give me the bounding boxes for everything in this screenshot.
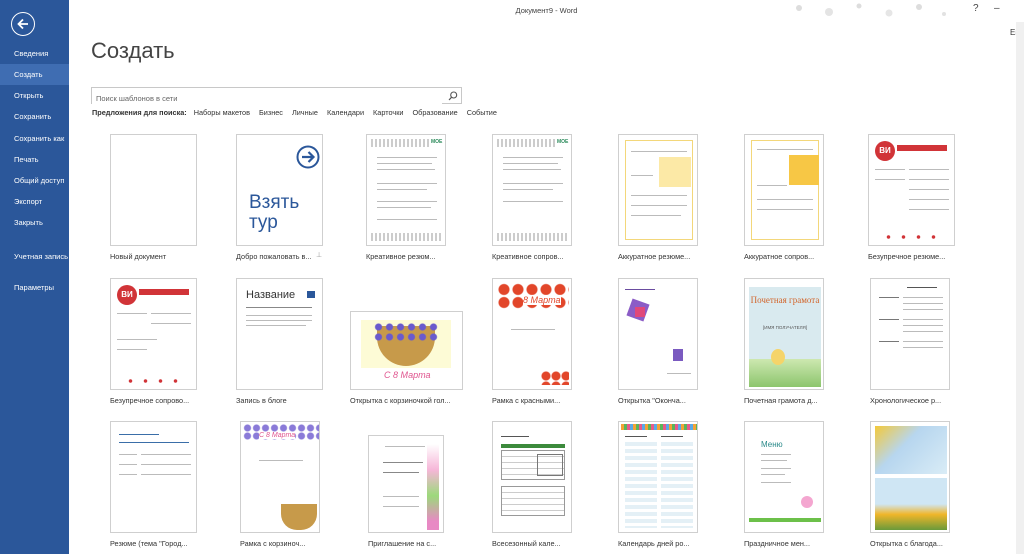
- pin-icon[interactable]: ⊥: [316, 251, 322, 259]
- nav-print[interactable]: Печать: [0, 149, 69, 170]
- template-caption[interactable]: Безупречное резюме...: [868, 252, 945, 261]
- template-caption[interactable]: Всесезонный кале...: [492, 539, 561, 548]
- template-thumb-flawless-resume[interactable]: ВИ: [868, 134, 955, 246]
- title-bar: Документ9 - Word ? –: [69, 0, 1024, 22]
- suggestion-link[interactable]: Бизнес: [259, 108, 283, 117]
- template-caption[interactable]: Креативное резюм...: [366, 252, 436, 261]
- template-thumb-neat-cover[interactable]: [744, 134, 824, 246]
- back-arrow-icon[interactable]: [11, 12, 35, 36]
- template-caption[interactable]: Новый документ: [110, 252, 166, 261]
- template-thumb-thank-you-card[interactable]: [870, 421, 950, 533]
- template-thumb-blog[interactable]: Название: [236, 278, 323, 390]
- search-icon[interactable]: [448, 91, 458, 101]
- template-caption[interactable]: Почетная грамота д...: [744, 396, 818, 405]
- template-caption[interactable]: Аккуратное резюме...: [618, 252, 690, 261]
- template-caption[interactable]: Открытка "Оконча...: [618, 396, 686, 405]
- nav-open[interactable]: Открыть: [0, 85, 69, 106]
- doodle-decoration-icon: [796, 3, 946, 17]
- template-thumb-basket-card[interactable]: С 8 Марта: [350, 311, 463, 390]
- suggestions-label: Предложения для поиска:: [92, 108, 187, 117]
- nav-share[interactable]: Общий доступ: [0, 170, 69, 191]
- template-thumb-holiday-menu[interactable]: Меню: [744, 421, 824, 533]
- template-thumb-diploma[interactable]: Почетная грамота [ИМЯ ПОЛУЧАТЕЛЯ]: [744, 278, 824, 390]
- nav-info[interactable]: Сведения: [0, 43, 69, 64]
- blog-icon: [307, 291, 315, 298]
- template-thumb-graduation-card[interactable]: [618, 278, 698, 390]
- template-caption[interactable]: Праздничное мен...: [744, 539, 810, 548]
- nav-account[interactable]: Учетная запись: [0, 248, 69, 278]
- template-thumb-basket-frame[interactable]: С 8 Марта: [240, 421, 320, 533]
- minimize-icon[interactable]: –: [994, 3, 1000, 14]
- template-thumb-invitation[interactable]: [368, 435, 444, 533]
- arrow-right-circle-icon: [296, 145, 320, 169]
- template-caption[interactable]: Календарь дней ро...: [618, 539, 690, 548]
- nav-export[interactable]: Экспорт: [0, 191, 69, 212]
- template-caption[interactable]: Приглашение на с...: [368, 539, 436, 548]
- nav-save[interactable]: Сохранить: [0, 106, 69, 127]
- suggestion-link[interactable]: Личные: [292, 108, 318, 117]
- template-caption[interactable]: Рамка с корзиноч...: [240, 539, 305, 548]
- template-caption[interactable]: Хронологическое р...: [870, 396, 941, 405]
- suggestion-link[interactable]: Наборы макетов: [194, 108, 250, 117]
- search-input[interactable]: [92, 91, 442, 106]
- template-thumb-neat-resume[interactable]: [618, 134, 698, 246]
- nav-close[interactable]: Закрыть: [0, 212, 69, 233]
- template-caption[interactable]: Безупречное сопрово...: [110, 396, 189, 405]
- template-thumb-flawless-cover[interactable]: ВИ: [110, 278, 197, 390]
- backstage-sidebar: Сведения Создать Открыть Сохранить Сохра…: [0, 0, 69, 554]
- template-caption[interactable]: Запись в блоге: [236, 396, 287, 405]
- template-caption[interactable]: Рамка с красными...: [492, 396, 560, 405]
- template-caption[interactable]: Креативное сопров...: [492, 252, 564, 261]
- template-thumb-birthday-calendar[interactable]: [618, 421, 698, 533]
- template-thumb-creative-cover[interactable]: МОЕ: [492, 134, 572, 246]
- tour-text: Взять тур: [249, 192, 300, 233]
- suggestion-link[interactable]: Карточки: [373, 108, 403, 117]
- template-caption[interactable]: Открытка с благода...: [870, 539, 943, 548]
- template-caption[interactable]: Открытка с корзиночкой гол...: [350, 396, 451, 405]
- vertical-scrollbar[interactable]: [1016, 22, 1024, 554]
- template-thumb-tour[interactable]: Взять тур: [236, 134, 323, 246]
- nav-new[interactable]: Создать: [0, 64, 69, 85]
- nav-options[interactable]: Параметры: [0, 277, 69, 298]
- template-search-box: [91, 87, 462, 106]
- template-thumb-red-frame[interactable]: 8 Марта: [492, 278, 572, 390]
- search-suggestions: Предложения для поиска: Наборы макетов Биз…: [92, 108, 506, 117]
- page-title: Создать: [91, 38, 175, 63]
- template-caption[interactable]: Добро пожаловать в...: [236, 252, 312, 261]
- template-thumb-chrono-resume[interactable]: [870, 278, 950, 390]
- template-caption[interactable]: Резюме (тема "Город...: [110, 539, 188, 548]
- nav-save-as[interactable]: Сохранить как: [0, 128, 69, 149]
- help-icon[interactable]: ?: [973, 3, 979, 14]
- template-thumb-city-resume[interactable]: [110, 421, 197, 533]
- template-thumb-blank[interactable]: [110, 134, 197, 246]
- template-caption[interactable]: Аккуратное сопров...: [744, 252, 814, 261]
- suggestion-link[interactable]: Образование: [412, 108, 457, 117]
- suggestion-link[interactable]: Событие: [467, 108, 497, 117]
- template-thumb-creative-resume[interactable]: МОЕ: [366, 134, 446, 246]
- suggestion-link[interactable]: Календари: [327, 108, 364, 117]
- template-thumb-calendar[interactable]: [492, 421, 572, 533]
